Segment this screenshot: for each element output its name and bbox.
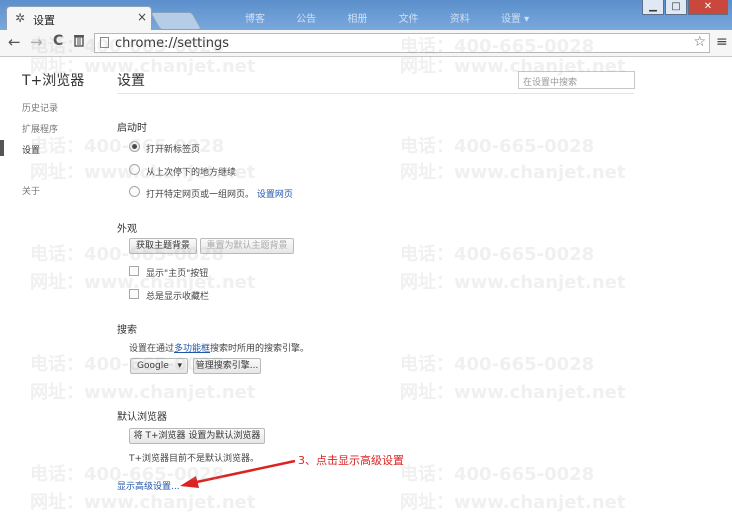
background-menu-item: 文件: [398, 14, 419, 25]
tab-title: 设置: [33, 14, 55, 27]
startup-section-title: 启动时: [117, 123, 147, 134]
page-title: 设置: [117, 73, 145, 89]
get-theme-button[interactable]: 获取主题背景: [129, 238, 197, 254]
default-browser-section-title: 默认浏览器: [117, 412, 167, 423]
background-menu-item: 资料: [449, 14, 470, 25]
background-menu: 博客 公告 相册 文件 资料 设置 ▾: [245, 10, 557, 25]
search-description: 设置在通过多功能框搜索时所用的搜索引擎。: [129, 341, 309, 354]
startup-option-label: 打开新标签页: [146, 145, 201, 155]
omnibox-link[interactable]: 多功能框: [174, 344, 210, 354]
sidebar-item-about[interactable]: 关于: [22, 184, 40, 197]
background-menu-item: 设置 ▾: [500, 14, 530, 25]
manage-search-engines-button[interactable]: 管理搜索引擎...: [193, 358, 261, 374]
set-default-browser-button[interactable]: 将 T+浏览器 设置为默认浏览器: [129, 428, 265, 444]
sidebar-item-extensions[interactable]: 扩展程序: [22, 122, 58, 135]
reload-icon[interactable]: C: [53, 33, 63, 49]
watermark-site: 网址：www.chanjet.net: [400, 272, 626, 293]
search-desc-after: 搜索时所用的搜索引擎。: [210, 344, 310, 354]
url-text[interactable]: chrome://settings: [115, 36, 229, 51]
sidebar-selection-indicator: [0, 140, 4, 156]
background-menu-item: 博客: [245, 14, 265, 25]
chevron-down-icon: ▾: [177, 361, 182, 371]
close-window-button[interactable]: ✕: [688, 0, 728, 15]
watermark-phone: 电话：400-665-0028: [400, 464, 595, 485]
reset-theme-button[interactable]: 重置为默认主题背景: [200, 238, 294, 254]
watermark-site: 网址：www.chanjet.net: [30, 272, 256, 293]
forward-icon[interactable]: →: [30, 33, 43, 51]
title-bar: 博客 公告 相册 文件 资料 设置 ▾ ✲ 设置 × ▁ □ ✕: [0, 0, 732, 30]
startup-radio-new-tab[interactable]: [129, 141, 140, 152]
show-bookmarks-checkbox[interactable]: [129, 289, 139, 299]
watermark-site: 网址：www.chanjet.net: [30, 382, 256, 403]
search-desc-before: 设置在通过: [129, 344, 175, 354]
appearance-section-title: 外观: [117, 224, 137, 235]
show-bookmarks-label: 总是显示收藏栏: [146, 292, 210, 302]
search-section-title: 搜索: [117, 325, 137, 336]
watermark-site: 网址：www.chanjet.net: [400, 382, 626, 403]
tab-close-icon[interactable]: ×: [137, 10, 147, 24]
settings-search-input[interactable]: 在设置中搜索: [518, 71, 635, 89]
sidebar-item-history[interactable]: 历史记录: [22, 101, 58, 114]
show-home-label: 显示"主页"按钮: [146, 269, 209, 279]
set-pages-link[interactable]: 设置网页: [257, 190, 293, 200]
watermark-phone: 电话：400-665-0028: [400, 244, 595, 265]
search-engine-select[interactable]: Google ▾: [130, 358, 188, 374]
background-menu-item: 相册: [347, 14, 368, 25]
startup-radio-continue[interactable]: [129, 164, 140, 175]
menu-icon[interactable]: ≡: [716, 34, 728, 50]
startup-option-label: 打开特定网页或一组网页。 设置网页: [146, 187, 293, 200]
search-engine-value: Google: [137, 361, 169, 371]
background-menu-item: 公告: [296, 14, 317, 25]
header-divider: [117, 93, 634, 94]
startup-option-text: 打开特定网页或一组网页。: [146, 190, 255, 200]
maximize-button[interactable]: □: [665, 0, 687, 15]
minimize-button[interactable]: ▁: [642, 0, 664, 15]
watermark-site: 网址：www.chanjet.net: [400, 162, 626, 183]
page-icon: [100, 37, 109, 48]
tab-settings[interactable]: ✲ 设置 ×: [6, 6, 152, 30]
gear-icon: ✲: [15, 11, 26, 25]
browser-toolbar: ← → C chrome://settings ☆ ≡: [0, 30, 732, 57]
annotation-text: 3、点击显示高级设置: [298, 454, 404, 467]
address-bar[interactable]: chrome://settings ☆: [94, 33, 710, 53]
star-icon[interactable]: ☆: [693, 34, 706, 50]
show-home-checkbox[interactable]: [129, 266, 139, 276]
watermark-phone: 电话：400-665-0028: [400, 136, 595, 157]
annotation-arrow: [180, 459, 296, 488]
sidebar-brand: T+浏览器: [22, 73, 85, 89]
watermark-phone: 电话：400-665-0028: [400, 354, 595, 375]
back-icon[interactable]: ←: [8, 33, 21, 51]
show-advanced-settings-link[interactable]: 显示高级设置...: [117, 479, 180, 492]
startup-radio-specific-pages[interactable]: [129, 186, 140, 197]
window-controls: ▁ □ ✕: [641, 0, 728, 16]
new-tab-button[interactable]: [149, 12, 203, 30]
trash-icon[interactable]: [73, 33, 85, 51]
startup-option-label: 从上次停下的地方继续: [146, 168, 237, 178]
watermark-site: 网址：www.chanjet.net: [400, 492, 626, 513]
sidebar-item-settings[interactable]: 设置: [22, 143, 40, 156]
